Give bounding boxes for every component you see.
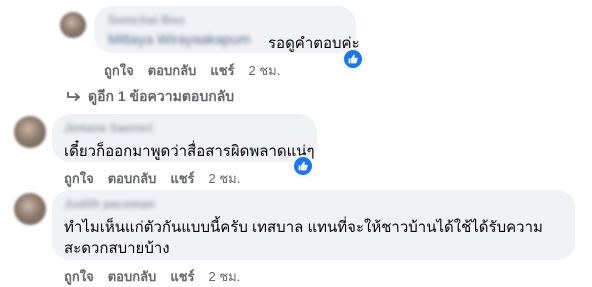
comment-actions: ถูกใจ ตอบกลับ แชร์ 2 ชม. <box>64 168 240 189</box>
reply-arrow-icon <box>67 92 81 102</box>
share-button[interactable]: แชร์ <box>210 60 234 81</box>
view-more-replies-link[interactable]: ดูอีก 1 ข้อความตอบกลับ <box>66 86 234 108</box>
comment-timestamp[interactable]: 2 ชม. <box>249 60 281 81</box>
view-more-replies-label: ดูอีก 1 ข้อความตอบกลับ <box>88 88 235 104</box>
reply-button[interactable]: ตอบกลับ <box>148 60 197 81</box>
like-icon <box>298 161 308 171</box>
like-button[interactable]: ถูกใจ <box>104 60 134 81</box>
comment-author[interactable]: Jintana Saensri <box>64 121 153 135</box>
avatar[interactable] <box>14 116 46 148</box>
comment-actions: ถูกใจ ตอบกลับ แชร์ 2 ชม. <box>64 266 240 287</box>
comment-bubble: Jintana Saensri เดี๋ยวก็ออกมาพูดว่าสื่อส… <box>52 114 317 162</box>
like-button[interactable]: ถูกใจ <box>64 266 94 287</box>
comment-bubble: Judith paceman ทำไมเห็นแก่ตัวกันแบบนี้คร… <box>52 190 575 260</box>
avatar[interactable] <box>60 12 86 38</box>
share-button[interactable]: แชร์ <box>170 266 194 287</box>
avatar[interactable] <box>14 193 46 225</box>
comment-timestamp[interactable]: 2 ชม. <box>209 168 241 189</box>
comment-bubble: Somchai Boo Mittaya Wirayaakapum รอดูคำต… <box>94 6 360 53</box>
comment-mention[interactable]: Mittaya Wirayaakapum <box>108 31 250 47</box>
like-button[interactable]: ถูกใจ <box>64 168 94 189</box>
comment-author[interactable]: Somchai Boo <box>108 13 185 27</box>
share-button[interactable]: แชร์ <box>170 168 194 189</box>
like-reaction[interactable] <box>292 155 314 177</box>
like-icon <box>348 54 358 64</box>
comment-text-line: สะดวกสบายบ้าง <box>64 240 170 257</box>
reply-button[interactable]: ตอบกลับ <box>108 266 157 287</box>
comment-text: เดี๋ยวก็ออกมาพูดว่าสื่อสารผิดพลาดแน่ๆ <box>64 143 315 160</box>
like-reaction[interactable] <box>342 48 364 70</box>
comment-timestamp[interactable]: 2 ชม. <box>209 266 241 287</box>
reply-button[interactable]: ตอบกลับ <box>108 168 157 189</box>
comment-actions: ถูกใจ ตอบกลับ แชร์ 2 ชม. <box>104 60 280 81</box>
comment-author[interactable]: Judith paceman <box>64 197 155 211</box>
